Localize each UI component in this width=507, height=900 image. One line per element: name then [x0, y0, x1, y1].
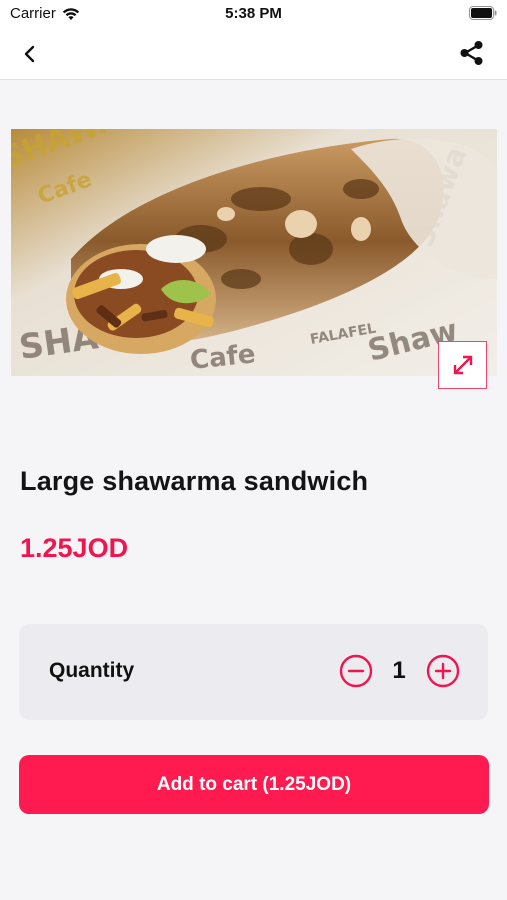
chevron-left-icon[interactable]: [16, 40, 44, 68]
quantity-label: Quantity: [49, 659, 135, 682]
add-to-cart-button[interactable]: Add to cart (1.25JOD): [19, 755, 489, 814]
battery-icon: [469, 6, 497, 20]
quantity-value: 1: [392, 657, 406, 684]
product-price: 1.25JOD: [20, 533, 129, 563]
minus-circle-icon[interactable]: [339, 654, 373, 688]
status-bar: Carrier 5:38 PM: [0, 0, 507, 28]
quantity-stepper: Quantity 1: [19, 624, 488, 720]
expand-image-button[interactable]: [438, 341, 487, 389]
shawarma-sandwich-photo: SHAWA Cafe Shaw Shawa FALAFEL SHAWA Cafe: [11, 129, 497, 376]
product-image[interactable]: SHAWA Cafe Shaw Shawa FALAFEL SHAWA Cafe: [11, 129, 497, 376]
status-time: 5:38 PM: [225, 5, 282, 22]
plus-circle-icon[interactable]: [426, 654, 460, 688]
nav-bar: [0, 28, 507, 80]
expand-arrows-icon: [453, 355, 472, 375]
share-icon[interactable]: [457, 38, 487, 68]
product-title: Large shawarma sandwich: [20, 466, 369, 496]
